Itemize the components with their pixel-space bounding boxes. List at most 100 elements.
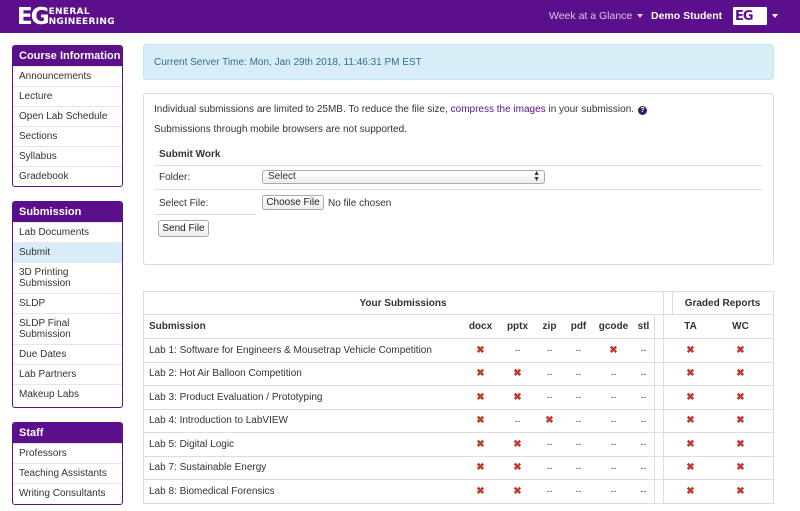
table-cell: --	[634, 339, 654, 362]
missing-x-icon: ✖	[476, 462, 485, 474]
table-cell: ✖	[664, 457, 718, 480]
sidebar-item-sections[interactable]: Sections	[13, 126, 122, 146]
table-cell: ✖	[500, 386, 536, 409]
help-icon[interactable]: ?	[638, 106, 648, 115]
table-cell: --	[634, 386, 654, 409]
sidebar-item-lab-partners[interactable]: Lab Partners	[13, 364, 122, 384]
column-gap	[654, 480, 664, 503]
table-cell: ✖	[594, 339, 634, 362]
sidebar-item-open-lab-schedule[interactable]: Open Lab Schedule	[13, 106, 122, 126]
sidebar-item-gradebook[interactable]: Gradebook	[13, 166, 122, 186]
column-header-pdf: pdf	[570, 321, 587, 332]
user-menu-dropdown[interactable]: EG	[733, 7, 778, 25]
missing-x-icon: ✖	[513, 368, 522, 380]
column-header-stl: stl	[637, 321, 650, 332]
sidebar-item-syllabus[interactable]: Syllabus	[13, 146, 122, 166]
missing-x-icon: ✖	[736, 462, 745, 474]
sidebar-item-sldp[interactable]: SLDP	[13, 293, 122, 313]
missing-x-icon: ✖	[686, 485, 695, 497]
folder-select-value: Select	[268, 171, 296, 182]
table-cell: ✖	[718, 480, 764, 503]
table-cell: --	[500, 410, 536, 433]
sidebar-item-makeup-labs[interactable]: Makeup Labs	[13, 384, 122, 404]
sidebar-item-teaching-assistants[interactable]: Teaching Assistants	[13, 463, 122, 483]
table-cell: --	[564, 363, 594, 386]
not-applicable-dash: --	[575, 486, 582, 497]
week-at-a-glance-dropdown[interactable]: Week at a Glance	[549, 10, 644, 22]
not-applicable-dash: --	[610, 392, 617, 403]
not-applicable-dash: --	[514, 345, 521, 356]
table-cell: ✖	[664, 339, 718, 362]
column-header-zip: zip	[542, 321, 557, 332]
sidebar-item-lecture[interactable]: Lecture	[13, 86, 122, 106]
missing-x-icon: ✖	[686, 462, 695, 474]
table-column-header: Submission docx pptx zip pdf gcode stl TA WC	[144, 315, 773, 339]
missing-x-icon: ✖	[686, 391, 695, 403]
sidebar-item-due-dates[interactable]: Due Dates	[13, 344, 122, 364]
size-limit-text: Individual submissions are limited to 25…	[154, 104, 451, 115]
sidebar-item-lab-documents[interactable]: Lab Documents	[13, 222, 122, 242]
user-name[interactable]: Demo Student	[651, 10, 722, 22]
table-cell: --	[634, 433, 654, 456]
missing-x-icon: ✖	[736, 485, 745, 497]
table-cell: --	[500, 339, 536, 362]
column-header-ta: TA	[684, 321, 697, 332]
not-applicable-dash: --	[610, 415, 617, 426]
not-applicable-dash: --	[575, 439, 582, 450]
badge-mark: EG	[735, 8, 754, 24]
table-row: Lab 7: Sustainable Energy ✖ ✖ -- -- -- -- ✖ ✖	[144, 456, 773, 480]
missing-x-icon: ✖	[609, 344, 618, 356]
divider	[154, 165, 762, 166]
chevron-down-icon	[772, 14, 778, 18]
sidebar-item-sldp-final-submission[interactable]: SLDP Final Submission	[13, 313, 122, 344]
missing-x-icon: ✖	[513, 391, 522, 403]
eg-logo[interactable]: EG ENERAL NGINEERING	[17, 4, 115, 30]
week-at-a-glance-label: Week at a Glance	[549, 10, 633, 22]
not-applicable-dash: --	[575, 345, 582, 356]
missing-x-icon: ✖	[736, 438, 745, 450]
submission-name: Lab 4: Introduction to LabVIEW	[149, 415, 288, 427]
submit-work-title: Submit Work	[159, 149, 221, 160]
sidebar-item-announcements[interactable]: Announcements	[13, 66, 122, 86]
choose-file-button[interactable]: Choose File	[262, 195, 324, 210]
column-gap	[654, 433, 664, 456]
send-file-button[interactable]: Send File	[158, 220, 209, 237]
not-applicable-dash: --	[610, 368, 617, 379]
not-applicable-dash: --	[575, 462, 582, 473]
submission-name: Lab 5: Digital Logic	[149, 438, 235, 450]
submission-name: Lab 7: Sustainable Energy	[149, 462, 267, 474]
compress-images-link[interactable]: compress the images	[451, 104, 546, 115]
missing-x-icon: ✖	[736, 415, 745, 427]
missing-x-icon: ✖	[476, 344, 485, 356]
sidebar-item-3d-printing-submission[interactable]: 3D Printing Submission	[13, 262, 122, 293]
column-header-docx: docx	[468, 321, 493, 332]
logo-line-general: ENERAL	[48, 7, 90, 17]
column-header-wc: WC	[732, 321, 749, 332]
column-gap	[654, 362, 664, 385]
not-applicable-dash: --	[546, 345, 553, 356]
not-applicable-dash: --	[546, 462, 553, 473]
table-group-header: Your Submissions Graded Reports	[144, 292, 773, 315]
table-row: Lab 4: Introduction to LabVIEW ✖ -- ✖ -- -- --…	[144, 409, 773, 433]
chevron-down-icon	[637, 14, 644, 18]
sidebar-item-professors[interactable]: Professors	[13, 443, 122, 463]
folder-label: Folder:	[159, 172, 191, 183]
table-cell: --	[564, 480, 594, 503]
missing-x-icon: ✖	[736, 391, 745, 403]
table-cell: ✖	[718, 363, 764, 386]
missing-x-icon: ✖	[513, 462, 522, 474]
not-applicable-dash: --	[514, 415, 521, 426]
table-cell: --	[594, 433, 634, 456]
sidebar-item-submit[interactable]: Submit	[13, 242, 122, 262]
mobile-note: Submissions through mobile browsers are …	[154, 124, 407, 135]
submissions-table: Your Submissions Graded Reports Submissi…	[143, 291, 774, 504]
sidebar-item-writing-consultants[interactable]: Writing Consultants	[13, 483, 122, 503]
submission-name: Lab 1: Software for Engineers & Mousetra…	[149, 344, 432, 356]
table-row: Lab 1: Software for Engineers & Mousetra…	[144, 339, 773, 363]
table-cell: --	[564, 386, 594, 409]
panel-title-submission: Submission	[13, 202, 122, 222]
not-applicable-dash: --	[546, 392, 553, 403]
table-cell: ✖	[664, 410, 718, 433]
table-cell: ✖	[500, 433, 536, 456]
folder-select[interactable]: Select ▲ ▼	[262, 170, 545, 184]
